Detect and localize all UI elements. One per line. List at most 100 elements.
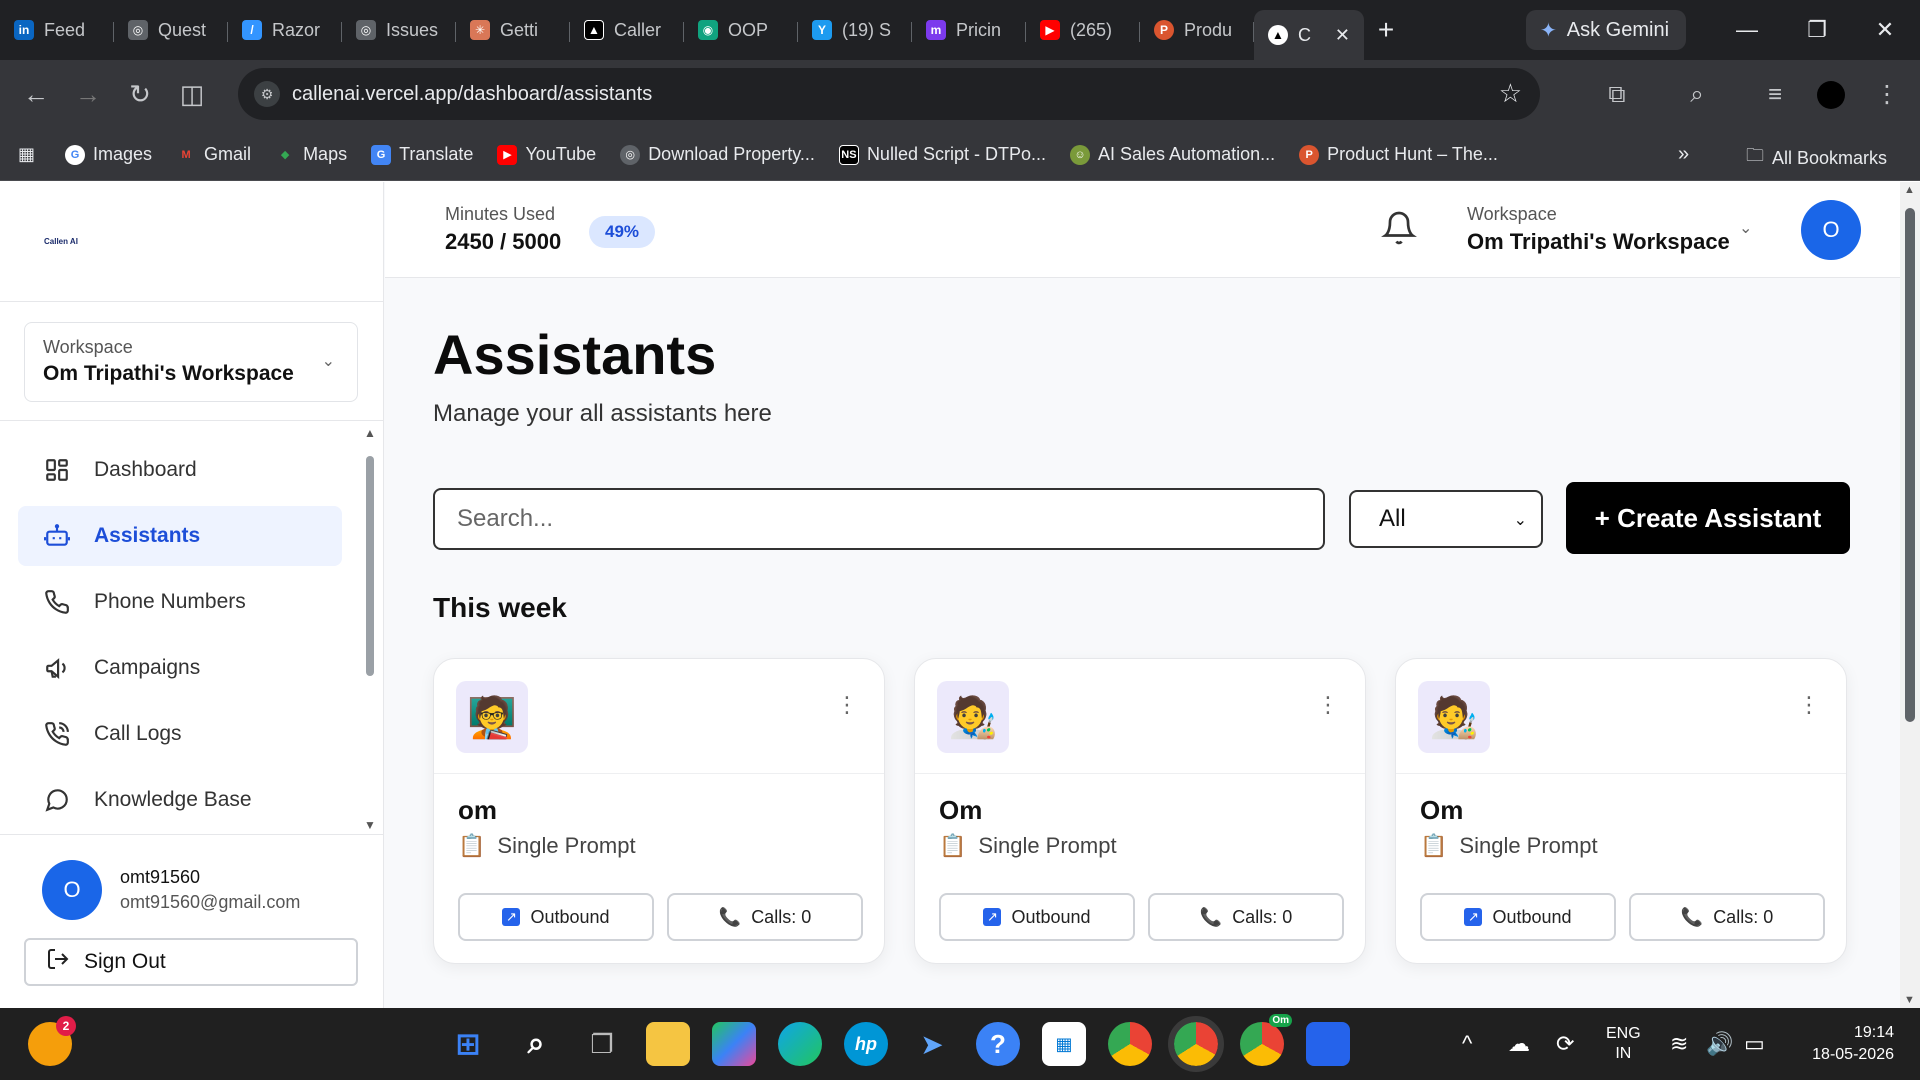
bookmark-item[interactable]: ◎ Download Property... <box>620 144 815 165</box>
chevron-down-icon[interactable]: ⌄ <box>1739 218 1752 238</box>
assistant-card[interactable]: 🧑‍🎨 ⋮ Om 📋 Single Prompt ↗ Outbound 📞 Calls… <box>1395 658 1847 964</box>
bell-icon[interactable] <box>1381 210 1417 246</box>
windows-start-icon[interactable]: ⊞ <box>446 1022 490 1066</box>
browser-tab[interactable]: in Feed <box>0 8 114 52</box>
bookmark-item[interactable]: G Images <box>65 144 152 165</box>
callen-logo[interactable]: Callen AI <box>0 182 383 302</box>
forward-icon[interactable]: → <box>62 69 114 121</box>
scrollbar-thumb[interactable] <box>366 456 374 676</box>
scroll-down-arrow-icon[interactable]: ▼ <box>364 818 376 832</box>
restore-window-icon[interactable]: ❐ <box>1782 0 1852 60</box>
more-options-icon[interactable]: ⋮ <box>1798 694 1820 716</box>
browser-tab[interactable]: ▲ Caller <box>570 8 684 52</box>
sidebar-scrollbar[interactable]: ▲ ▼ <box>364 426 376 832</box>
close-tab-icon[interactable]: ✕ <box>1335 25 1350 46</box>
ask-gemini-button[interactable]: ✦ Ask Gemini <box>1526 10 1686 50</box>
sidebar-item-campaigns[interactable]: Campaigns <box>18 638 342 698</box>
sync-icon[interactable]: ⟳ <box>1556 1008 1574 1080</box>
bookmark-item[interactable]: ▶ YouTube <box>497 144 596 165</box>
browser-tab[interactable]: Y (19) S <box>798 8 912 52</box>
battery-icon[interactable]: ▭ <box>1744 1008 1765 1080</box>
bookmark-item[interactable]: NS Nulled Script - DTPo... <box>838 144 1046 165</box>
show-hidden-icons-icon[interactable]: ^ <box>1462 1008 1472 1080</box>
hp-icon[interactable]: hp <box>844 1022 888 1066</box>
edge-icon[interactable] <box>778 1022 822 1066</box>
google-lens-icon[interactable]: ⌕ <box>1674 60 1720 129</box>
media-controls-icon[interactable]: ≡ <box>1752 60 1798 129</box>
task-view-icon[interactable]: ❐ <box>580 1022 624 1066</box>
create-assistant-button[interactable]: + Create Assistant <box>1566 482 1850 554</box>
chrome-profile-icon[interactable]: Om <box>1240 1014 1292 1066</box>
user-profile[interactable]: O omt91560 omt91560@gmail.com <box>42 860 300 920</box>
scroll-up-arrow-icon[interactable]: ▲ <box>364 426 376 440</box>
browser-tab[interactable]: P Produ <box>1140 8 1254 52</box>
sign-out-button[interactable]: Sign Out <box>24 938 358 986</box>
chrome-active-icon[interactable] <box>1168 1016 1224 1072</box>
more-bookmarks-icon[interactable]: » <box>1678 143 1689 166</box>
browser-tab-active[interactable]: ▲ C ✕ <box>1254 10 1364 60</box>
browser-tab[interactable]: ✳ Getti <box>456 8 570 52</box>
reload-icon[interactable]: ↻ <box>114 69 166 121</box>
bookmark-item[interactable]: M Gmail <box>176 144 251 165</box>
scroll-up-arrow-icon[interactable]: ▲ <box>1904 184 1915 196</box>
notification-app-icon[interactable]: 2 <box>28 1016 76 1066</box>
app-icon[interactable]: ➤ <box>910 1022 954 1066</box>
all-bookmarks-button[interactable]: 🗀 All Bookmarks <box>1746 143 1887 173</box>
sidebar-item-knowledge-base[interactable]: Knowledge Base <box>18 770 342 830</box>
calls-count-badge[interactable]: 📞 Calls: 0 <box>1148 893 1344 941</box>
bookmark-item[interactable]: ☺ AI Sales Automation... <box>1070 144 1275 165</box>
bookmark-star-icon[interactable]: ☆ <box>1499 78 1522 109</box>
copilot-icon[interactable] <box>712 1022 756 1066</box>
browser-tab[interactable]: ▶ (265) <box>1026 8 1140 52</box>
bookmark-item[interactable]: ◆ Maps <box>275 144 347 165</box>
site-settings-icon[interactable]: ⚙ <box>254 81 280 107</box>
back-icon[interactable]: ← <box>10 69 62 121</box>
photos-icon[interactable] <box>1306 1022 1350 1066</box>
sidebar-item-call-logs[interactable]: Call Logs <box>18 704 342 764</box>
outbound-badge[interactable]: ↗ Outbound <box>1420 893 1616 941</box>
sidebar-item-phone-numbers[interactable]: Phone Numbers <box>18 572 342 632</box>
assistant-card[interactable]: 🧑‍🎨 ⋮ Om 📋 Single Prompt ↗ Outbound 📞 Calls… <box>914 658 1366 964</box>
apps-grid-icon[interactable]: ▦ <box>18 144 35 165</box>
more-options-icon[interactable]: ⋮ <box>836 694 858 716</box>
volume-icon[interactable]: 🔊 <box>1706 1008 1733 1080</box>
wifi-icon[interactable]: ≋ <box>1670 1008 1688 1080</box>
onedrive-icon[interactable]: ☁ <box>1508 1008 1530 1080</box>
bookmark-item[interactable]: G Translate <box>371 144 473 165</box>
sidebar-item-dashboard[interactable]: Dashboard <box>18 440 342 500</box>
browser-tab[interactable]: ◉ OOP <box>684 8 798 52</box>
bookmark-item[interactable]: P Product Hunt – The... <box>1299 144 1498 165</box>
workspace-switcher[interactable]: Workspace Om Tripathi's Workspace <box>1467 204 1730 255</box>
address-bar[interactable]: ⚙ callenai.vercel.app/dashboard/assistan… <box>238 68 1540 120</box>
workspace-selector[interactable]: Workspace Om Tripathi's Workspace ⌄ <box>24 322 358 402</box>
sidebar-item-assistants[interactable]: Assistants <box>18 506 342 566</box>
search-icon[interactable]: ⌕ <box>514 1022 558 1066</box>
calls-count-badge[interactable]: 📞 Calls: 0 <box>1629 893 1825 941</box>
microsoft-store-icon[interactable]: ▦ <box>1042 1022 1086 1066</box>
chrome-icon[interactable] <box>1108 1022 1152 1066</box>
search-input[interactable] <box>433 488 1325 550</box>
language-indicator[interactable]: ENG IN <box>1606 1008 1641 1080</box>
browser-tab[interactable]: ◎ Issues <box>342 8 456 52</box>
help-icon[interactable]: ? <box>976 1022 1020 1066</box>
page-scrollbar[interactable]: ▲ ▼ <box>1900 182 1920 1008</box>
browser-tab[interactable]: m Pricin <box>912 8 1026 52</box>
file-explorer-icon[interactable] <box>646 1022 690 1066</box>
assistant-card[interactable]: 🧑‍🏫 ⋮ om 📋 Single Prompt ↗ Outbound 📞 Calls… <box>433 658 885 964</box>
minimize-window-icon[interactable]: — <box>1712 0 1782 60</box>
scrollbar-thumb[interactable] <box>1905 208 1915 722</box>
outbound-badge[interactable]: ↗ Outbound <box>458 893 654 941</box>
more-options-icon[interactable]: ⋮ <box>1317 694 1339 716</box>
browser-menu-icon[interactable]: ⋮ <box>1864 60 1910 129</box>
filter-select[interactable]: All ⌄ <box>1349 490 1543 548</box>
browser-tab[interactable]: / Razor <box>228 8 342 52</box>
split-view-icon[interactable]: ◫ <box>166 69 218 121</box>
calls-count-badge[interactable]: 📞 Calls: 0 <box>667 893 863 941</box>
extensions-icon[interactable]: ⧉ <box>1594 60 1640 129</box>
browser-tab[interactable]: ◎ Quest <box>114 8 228 52</box>
profile-icon[interactable] <box>1808 60 1854 129</box>
scroll-down-arrow-icon[interactable]: ▼ <box>1904 994 1915 1006</box>
close-window-icon[interactable]: ✕ <box>1850 0 1920 60</box>
avatar[interactable]: O <box>1801 200 1861 260</box>
clock[interactable]: 19:14 18-05-2026 <box>1794 1008 1894 1080</box>
